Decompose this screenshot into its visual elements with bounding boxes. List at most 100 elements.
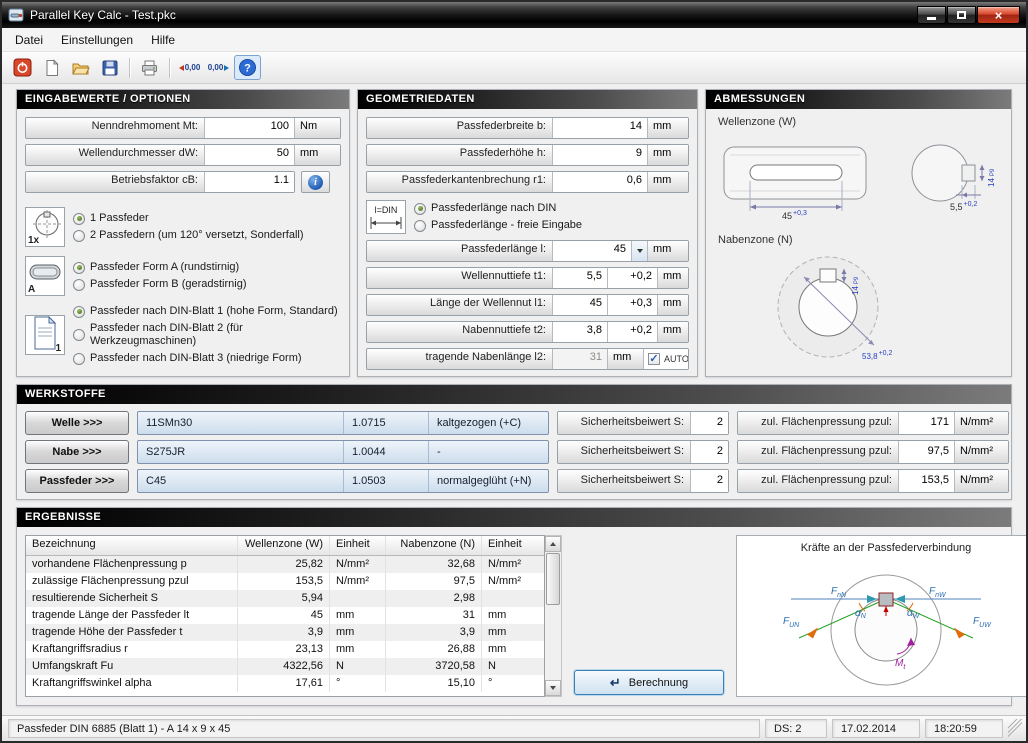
col-bezeichnung: Bezeichnung xyxy=(26,536,238,555)
wellennuttiefe-input[interactable]: 5,5 xyxy=(552,268,607,288)
nabennuttiefe-label: Nabennuttiefe t2: xyxy=(367,322,552,342)
nabennuttiefe-input[interactable]: 3,8 xyxy=(552,322,607,342)
table-row[interactable]: Kraftangriffswinkel alpha17,61°15,10° xyxy=(26,675,544,692)
din-blatt-iconbox: 1 xyxy=(25,315,65,355)
welle-material-field: 11SMn30 1.0715 kaltgezogen (+C) xyxy=(137,411,549,435)
menu-hilfe[interactable]: Hilfe xyxy=(142,30,184,50)
table-row[interactable]: tragende Länge der Passfeder lt45mm31mm xyxy=(26,607,544,624)
save-file-icon xyxy=(101,59,119,77)
passfederbreite-row: Passfederbreite b: 14 mm xyxy=(366,117,689,139)
nabenlaenge-input[interactable]: 31 xyxy=(552,349,607,369)
svg-text:14P9: 14P9 xyxy=(987,168,996,187)
table-row[interactable]: resultierende Sicherheit S5,942,98 xyxy=(26,590,544,607)
scrollbar-thumb[interactable] xyxy=(546,553,560,605)
dimension-drawing-svg: Wellenzone (W) 45+0,3 xyxy=(710,111,1006,369)
welle-sicherheit-input[interactable]: 2 xyxy=(690,412,728,434)
radio-1-passfeder[interactable]: 1 Passfeder xyxy=(73,212,304,225)
radio-din-blatt-3-label: Passfeder nach DIN-Blatt 3 (niedrige For… xyxy=(90,352,302,365)
passfederhoehe-input[interactable]: 9 xyxy=(552,145,647,165)
close-button[interactable]: × xyxy=(977,6,1020,24)
kantenbrechung-label: Passfederkantenbrechung r1: xyxy=(367,172,552,192)
radio-icon xyxy=(73,262,85,274)
wellennuttiefe-unit: mm xyxy=(657,268,688,288)
radio-laenge-frei[interactable]: Passfederlänge - freie Eingabe xyxy=(414,219,582,232)
toolbar: 0,00 0,00 ? xyxy=(2,52,1026,84)
welle-material-number: 1.0715 xyxy=(343,412,428,434)
laenge-mode-iconbox: l=DIN xyxy=(366,200,406,234)
radio-icon xyxy=(73,329,85,341)
auto-checkbox[interactable]: ✓ xyxy=(648,353,660,365)
welle-material-name: 11SMn30 xyxy=(138,412,343,434)
passfederlaenge-label: Passfederlänge l: xyxy=(367,241,552,261)
scroll-up-button[interactable] xyxy=(545,536,561,552)
passfeder-pressung-value: 153,5 xyxy=(898,470,954,492)
info-button[interactable]: i xyxy=(301,171,330,193)
form-icon-caption: A xyxy=(28,284,35,295)
chevron-down-icon xyxy=(637,249,643,253)
betriebsfaktor-input[interactable]: 1.1 xyxy=(204,172,294,192)
table-row[interactable]: zulässige Flächenpressung pzul153,5N/mm²… xyxy=(26,573,544,590)
scroll-down-button[interactable] xyxy=(545,680,561,696)
radio-din-blatt-2[interactable]: Passfeder nach DIN-Blatt 2 (für Werkzeug… xyxy=(73,322,341,348)
radio-2-passfedern[interactable]: 2 Passfedern (um 120° versetzt, Sonderfa… xyxy=(73,229,304,242)
radio-icon xyxy=(73,279,85,291)
minimize-button[interactable] xyxy=(917,6,946,24)
close-icon: × xyxy=(995,8,1003,23)
passfeder-material-button[interactable]: Passfeder >>> xyxy=(25,469,129,493)
passfederhoehe-label: Passfederhöhe h: xyxy=(367,145,552,165)
open-file-button[interactable] xyxy=(67,55,94,80)
radio-din-blatt-1[interactable]: Passfeder nach DIN-Blatt 1 (hohe Form, S… xyxy=(73,305,341,318)
new-file-icon xyxy=(43,59,61,77)
nabennuttiefe-unit: mm xyxy=(657,322,688,342)
save-file-button[interactable] xyxy=(96,55,123,80)
table-row[interactable]: Kraftangriffsradius r23,13mm26,88mm xyxy=(26,641,544,658)
welle-pressung-value: 171 xyxy=(898,412,954,434)
passfeder-sicherheit-input[interactable]: 2 xyxy=(690,470,728,492)
nenndrehmoment-input[interactable]: 100 xyxy=(204,118,294,138)
menu-datei[interactable]: Datei xyxy=(6,30,52,50)
wellennuttiefe-toleranz[interactable]: +0,2 xyxy=(607,268,657,288)
wellendurchmesser-row: Wellendurchmesser dW: 50 mm xyxy=(25,144,341,166)
passfederlaenge-select-value[interactable]: 45 xyxy=(552,241,631,261)
length-din-icon: l=DIN xyxy=(367,201,405,233)
radio-form-a-label: Passfeder Form A (rundstirnig) xyxy=(90,261,239,274)
nabe-material-button[interactable]: Nabe >>> xyxy=(25,440,129,464)
kantenbrechung-input[interactable]: 0,6 xyxy=(552,172,647,192)
welle-material-button[interactable]: Welle >>> xyxy=(25,411,129,435)
help-button[interactable]: ? xyxy=(234,55,261,80)
radio-form-a[interactable]: Passfeder Form A (rundstirnig) xyxy=(73,261,247,274)
menu-einstellungen[interactable]: Einstellungen xyxy=(52,30,142,50)
results-scrollbar[interactable] xyxy=(545,535,562,697)
wellendurchmesser-input[interactable]: 50 xyxy=(204,145,294,165)
radio-laenge-din[interactable]: Passfederlänge nach DIN xyxy=(414,202,582,215)
radio-din-blatt-3[interactable]: Passfeder nach DIN-Blatt 3 (niedrige For… xyxy=(73,352,341,365)
nenndrehmoment-label: Nenndrehmoment Mt: xyxy=(26,118,204,138)
decimal-decrease-icon xyxy=(224,65,229,71)
passfeder-material-name: C45 xyxy=(138,470,343,492)
wellennut-laenge-toleranz[interactable]: +0,3 xyxy=(607,295,657,315)
passfederbreite-input[interactable]: 14 xyxy=(552,118,647,138)
radio-form-b[interactable]: Passfeder Form B (geradstirnig) xyxy=(73,278,247,291)
wellennut-laenge-input[interactable]: 45 xyxy=(552,295,607,315)
table-row[interactable]: tragende Höhe der Passfeder t3,9mm3,9mm xyxy=(26,624,544,641)
resize-grip[interactable] xyxy=(1008,719,1022,738)
decimal-decrease-button[interactable]: 0,00 xyxy=(205,55,232,80)
table-row[interactable]: Umfangskraft Fu4322,56N3720,58N xyxy=(26,658,544,675)
new-file-button[interactable] xyxy=(38,55,65,80)
force-fnw-label: FnW xyxy=(929,586,947,599)
exit-button[interactable] xyxy=(9,55,36,80)
passfederlaenge-unit: mm xyxy=(647,241,688,261)
auto-segment: ✓ AUTO xyxy=(643,349,689,369)
decimal-increase-button[interactable]: 0,00 xyxy=(176,55,203,80)
wellenzone-label: Wellenzone (W) xyxy=(718,116,796,128)
maximize-button[interactable] xyxy=(947,6,976,24)
table-row[interactable]: vorhandene Flächenpressung p25,82N/mm²32… xyxy=(26,556,544,573)
nabe-sicherheit-input[interactable]: 2 xyxy=(690,441,728,463)
print-button[interactable] xyxy=(136,55,163,80)
decimal-increase-icon xyxy=(179,65,184,71)
berechnung-button[interactable]: ↵ Berechnung xyxy=(574,670,724,695)
panel-eingabewerte-header: EINGABEWERTE / OPTIONEN xyxy=(17,90,349,109)
passfederlaenge-dropdown-button[interactable] xyxy=(631,241,647,261)
nabennuttiefe-toleranz[interactable]: +0,2 xyxy=(607,322,657,342)
window-title: Parallel Key Calc - Test.pkc xyxy=(30,8,911,22)
